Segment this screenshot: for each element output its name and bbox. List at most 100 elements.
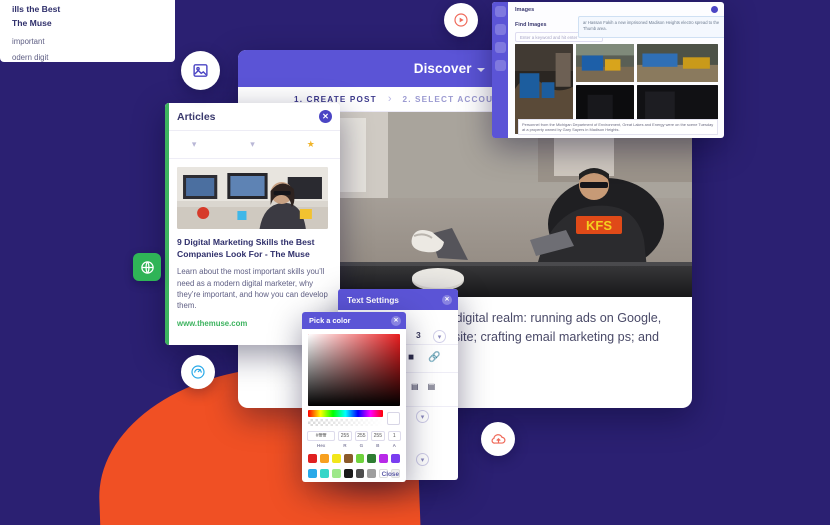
article-description: Learn about the most important skills yo… (177, 267, 328, 311)
images-panel: Images Find Images Enter a keyword and h… (492, 2, 724, 138)
color-swatch[interactable] (331, 454, 341, 463)
image-result-1[interactable] (576, 44, 634, 82)
color-swatch[interactable] (319, 454, 329, 463)
color-sliders (308, 410, 400, 426)
rail-icon-star[interactable] (494, 42, 506, 53)
color-swatch[interactable] (367, 469, 377, 478)
image-caption: Personnel from the Michigan Department o… (518, 119, 718, 135)
color-value-fields: Hex R G B A (307, 431, 401, 448)
images-panel-main: Images Find Images Enter a keyword and h… (508, 2, 724, 138)
nav-item-discover[interactable]: Discover (414, 61, 485, 76)
link-icon[interactable]: 🔗 (428, 352, 440, 363)
close-icon[interactable]: ✕ (442, 294, 452, 305)
star-icon[interactable]: ★ (282, 131, 340, 158)
color-swatch[interactable] (367, 454, 377, 463)
share-icon[interactable]: ▾ (223, 131, 281, 158)
office-photo (177, 167, 328, 229)
article-title[interactable]: 9 Digital Marketing Skills the Best Comp… (177, 237, 328, 260)
rail-icon-grid[interactable] (494, 60, 506, 71)
r-input[interactable] (338, 431, 352, 441)
color-swatch[interactable] (308, 469, 317, 478)
svg-text:KFS: KFS (586, 218, 612, 233)
color-swatch[interactable] (355, 454, 365, 463)
color-preview-swatch (387, 411, 400, 425)
g-field-group: G (354, 431, 369, 448)
color-swatch[interactable] (379, 454, 389, 463)
hex-label: Hex (316, 443, 326, 448)
article-thumbnail[interactable] (177, 167, 328, 229)
images-panel-header: Images (515, 6, 718, 13)
color-picker-header: Pick a color ✕ (302, 312, 406, 329)
b-label: B (376, 443, 380, 448)
cloud-upload-icon (491, 433, 505, 444)
hex-input[interactable] (307, 431, 336, 441)
fab-cloud-upload[interactable] (481, 422, 515, 456)
play-icon (454, 13, 468, 27)
chevron-right-icon: › (387, 93, 392, 105)
fab-image[interactable] (181, 51, 220, 90)
dashboard-icon (191, 365, 205, 379)
image-result-2[interactable] (637, 44, 718, 82)
article-2-title-line1: ills the Best (12, 4, 61, 14)
text-settings-title: Text Settings (347, 294, 399, 305)
a-field-group: A (387, 431, 401, 448)
globe-tab[interactable] (133, 253, 161, 281)
article-2-desc-line2: odern digit (12, 52, 49, 62)
color-swatch[interactable] (319, 469, 329, 478)
a-label: A (392, 443, 396, 448)
r-field-group: R (338, 431, 352, 448)
a-input[interactable] (387, 431, 401, 441)
align-center-icon[interactable]: ▤ (428, 382, 436, 391)
article-2-desc-line1: important (12, 37, 45, 47)
g-label: G (359, 443, 364, 448)
excavator-photo-2 (637, 44, 718, 82)
articles-panel: Articles ✕ ▾ ▾ ★ 9 Digital Marketing Ski… (165, 103, 340, 345)
screenshot-stage: Discover Compose Planner 1. CREATE POST … (0, 0, 830, 525)
color-swatch[interactable] (391, 454, 400, 463)
chevron-down-icon (476, 67, 485, 72)
color-swatch[interactable] (331, 469, 341, 478)
g-input[interactable] (354, 431, 369, 441)
body-expand-chevron-icon[interactable]: ▾ (433, 330, 446, 343)
image-search-placeholder: Enter a keyword and hit enter (520, 34, 578, 40)
b-input[interactable] (371, 431, 385, 441)
color-picker-panel: Pick a color ✕ Hex R G (302, 312, 406, 482)
align-left-icon[interactable]: ▤ (411, 382, 419, 391)
alpha-slider[interactable] (308, 419, 383, 426)
image-icon (193, 64, 208, 77)
line-height-value[interactable]: 3 (416, 330, 421, 340)
image-fill-icon[interactable]: ■ (408, 352, 414, 363)
image-tooltip: ar Hassan Fakih a new imprisoned Madison… (578, 16, 724, 38)
globe-icon (140, 260, 154, 274)
swatch-row-1 (308, 454, 400, 463)
close-icon[interactable]: ✕ (319, 110, 332, 123)
fab-dashboard[interactable] (181, 355, 215, 389)
bookmark-icon[interactable]: ▾ (165, 131, 223, 158)
r-label: R (343, 443, 347, 448)
close-icon[interactable] (711, 6, 718, 13)
articles-toolbar: ▾ ▾ ★ (165, 131, 340, 159)
text-settings-header: Text Settings ✕ (338, 289, 458, 310)
articles-panel-overflow: ills the Best The Muse important odern d… (0, 0, 175, 62)
articles-panel-title: Articles (177, 110, 216, 123)
nav-label-discover: Discover (413, 61, 472, 76)
rail-icon-fire[interactable] (494, 24, 506, 35)
images-panel-title: Images (515, 6, 535, 13)
close-icon[interactable]: ✕ (391, 315, 401, 326)
b-field-group: B (371, 431, 385, 448)
fab-play[interactable] (444, 3, 478, 37)
color-swatch[interactable] (343, 469, 353, 478)
saturation-value-area[interactable] (308, 334, 400, 406)
hue-slider[interactable] (308, 410, 383, 417)
hex-field-group: Hex (307, 431, 336, 448)
color-swatch[interactable] (343, 454, 353, 463)
articles-panel-header: Articles ✕ (165, 103, 340, 131)
color-swatch[interactable] (308, 454, 317, 463)
rail-icon-image[interactable] (494, 6, 506, 17)
close-button[interactable]: Close (382, 471, 399, 478)
article-2-title-line2: The Muse (12, 17, 52, 28)
collapse-chevron-icon[interactable]: ▾ (416, 453, 429, 466)
expand-chevron-icon[interactable]: ▾ (416, 410, 429, 423)
color-swatch[interactable] (355, 469, 365, 478)
color-picker-title: Pick a color (309, 316, 351, 325)
